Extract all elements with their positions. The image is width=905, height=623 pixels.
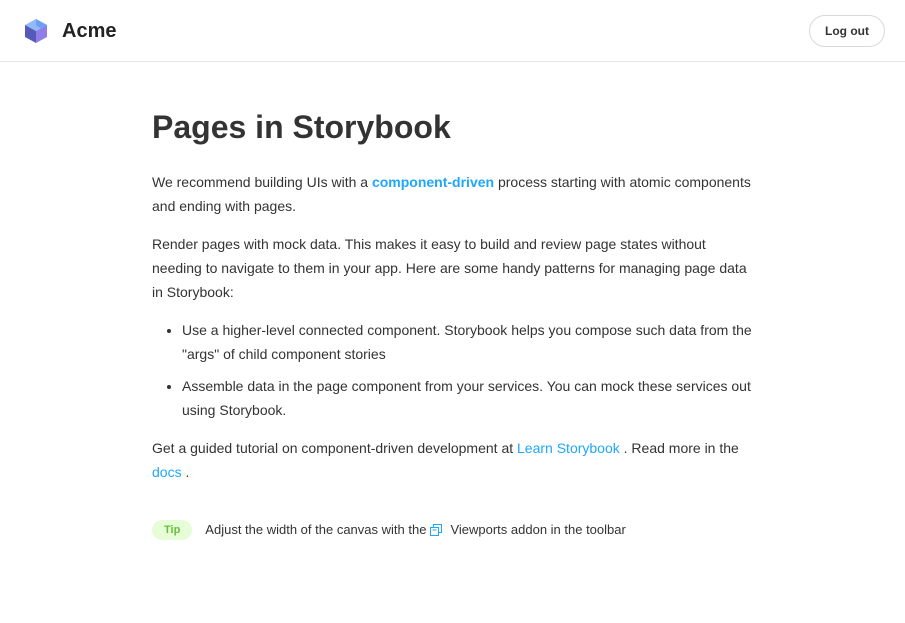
page-content: Pages in Storybook We recommend building… <box>152 100 754 540</box>
tutorial-text-middle: . Read more in the <box>619 440 739 456</box>
learn-storybook-link[interactable]: Learn Storybook <box>517 440 620 456</box>
logout-button[interactable]: Log out <box>809 15 885 47</box>
tutorial-paragraph: Get a guided tutorial on component-drive… <box>152 436 754 484</box>
component-driven-link[interactable]: component-driven <box>372 174 494 190</box>
app-header: Acme Log out <box>0 0 905 62</box>
intro-text-before: We recommend building UIs with a <box>152 174 372 190</box>
list-item: Assemble data in the page component from… <box>182 374 754 422</box>
mock-data-paragraph: Render pages with mock data. This makes … <box>152 236 747 300</box>
brand-name: Acme <box>62 20 117 42</box>
storybook-cube-icon <box>25 19 47 43</box>
docs-link[interactable]: docs <box>152 464 182 480</box>
patterns-list: Use a higher-level connected component. … <box>152 318 754 422</box>
tip-row: Tip Adjust the width of the canvas with … <box>152 520 754 540</box>
intro-paragraph: We recommend building UIs with a compone… <box>152 170 754 218</box>
page-title: Pages in Storybook <box>152 109 451 145</box>
tip-badge: Tip <box>152 520 193 540</box>
tip-text-before: Adjust the width of the canvas with the <box>205 522 427 537</box>
tutorial-text-before: Get a guided tutorial on component-drive… <box>152 440 518 456</box>
viewport-icon <box>430 524 443 536</box>
tutorial-text-after: . <box>181 464 190 480</box>
tip-text-after: Viewports addon in the toolbar <box>450 522 626 537</box>
list-item: Use a higher-level connected component. … <box>182 318 754 366</box>
